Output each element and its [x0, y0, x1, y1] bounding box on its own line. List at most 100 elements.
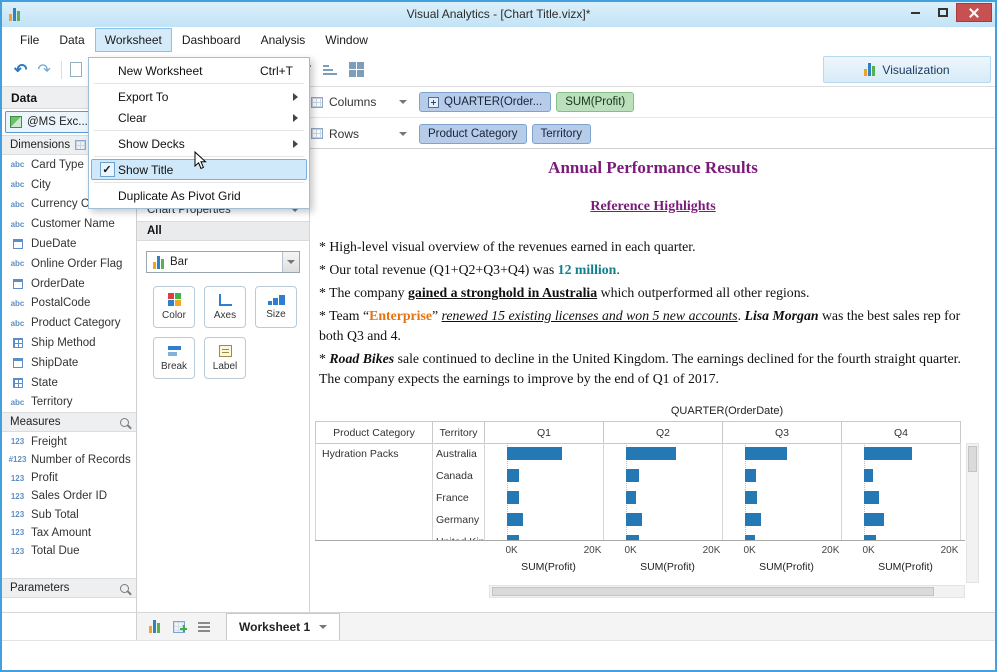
field-item[interactable]: 123 Tax Amount — [2, 524, 136, 542]
new-dashboard-icon[interactable] — [173, 620, 187, 633]
minimize-button[interactable] — [902, 3, 929, 22]
size-button[interactable]: Size — [255, 286, 297, 328]
field-item[interactable]: abc Product Category — [2, 313, 136, 333]
label-button[interactable]: Label — [204, 337, 246, 379]
canvas-subtitle[interactable]: Reference Highlights — [311, 199, 995, 215]
field-item[interactable]: abc Territory — [2, 393, 136, 413]
swap-axes-icon[interactable] — [348, 62, 364, 77]
bar[interactable] — [864, 535, 877, 540]
field-item[interactable]: Ship Method — [2, 333, 136, 353]
field-item[interactable]: abc Customer Name — [2, 214, 136, 234]
bar[interactable] — [626, 513, 642, 526]
field-item[interactable]: State — [2, 373, 136, 393]
shelf-pill[interactable]: QUARTER(Order... — [419, 92, 552, 112]
bar[interactable] — [745, 535, 756, 540]
close-button[interactable] — [956, 3, 992, 22]
shelf-pill[interactable]: Product Category — [419, 123, 527, 144]
sheet-list-icon[interactable] — [198, 621, 210, 632]
columns-shelf-head[interactable]: Columns — [311, 95, 407, 109]
bar-row — [842, 487, 960, 509]
bottom-left-panel — [2, 613, 137, 640]
visualization-toggle[interactable]: Visualization — [823, 56, 991, 83]
territory-label[interactable]: Australia — [433, 443, 484, 465]
expand-icon[interactable] — [428, 96, 439, 108]
product-category-column: Hydration Packs — [315, 443, 433, 540]
menu-item[interactable]: Clear — [91, 107, 307, 128]
field-item[interactable]: OrderDate — [2, 274, 136, 294]
menu-file[interactable]: File — [10, 28, 49, 52]
bar[interactable] — [507, 447, 562, 460]
view-as-table-icon[interactable] — [75, 140, 87, 150]
maximize-button[interactable] — [929, 3, 956, 22]
scrollbar-thumb[interactable] — [492, 587, 934, 596]
break-button[interactable]: Break — [153, 337, 195, 379]
bar[interactable] — [507, 491, 520, 504]
vertical-scrollbar[interactable] — [966, 443, 979, 583]
bar[interactable] — [864, 447, 912, 460]
field-item[interactable]: 123 Sub Total — [2, 506, 136, 524]
scrollbar-thumb[interactable] — [968, 446, 977, 472]
bar[interactable] — [745, 513, 762, 526]
product-category-value[interactable]: Hydration Packs — [316, 443, 432, 460]
bar[interactable] — [626, 535, 639, 540]
worksheet-tab[interactable]: Worksheet 1 — [226, 613, 341, 640]
dropdown-button[interactable] — [282, 252, 299, 272]
bar[interactable] — [864, 491, 879, 504]
bar[interactable] — [864, 513, 885, 526]
bar[interactable] — [626, 469, 640, 482]
field-item[interactable]: ShipDate — [2, 353, 136, 373]
field-item[interactable]: 123 Total Due — [2, 542, 136, 560]
menu-analysis[interactable]: Analysis — [251, 28, 316, 52]
chevron-down-icon[interactable] — [399, 100, 407, 104]
territory-label[interactable]: Germany — [433, 509, 484, 531]
new-worksheet-icon[interactable] — [149, 620, 160, 633]
bar[interactable] — [745, 491, 758, 504]
search-icon[interactable] — [120, 417, 129, 427]
menu-dashboard[interactable]: Dashboard — [172, 28, 251, 52]
menu-item[interactable]: Export To — [91, 86, 307, 107]
chevron-down-icon[interactable] — [399, 131, 407, 136]
bar[interactable] — [507, 513, 524, 526]
menu-window[interactable]: Window — [315, 28, 378, 52]
axis-title: SUM(Profit) — [878, 561, 933, 573]
menu-item[interactable]: Duplicate As Pivot Grid — [91, 185, 307, 206]
territory-label[interactable]: Canada — [433, 465, 484, 487]
search-icon[interactable] — [120, 583, 129, 593]
horizontal-scrollbar[interactable] — [489, 585, 965, 598]
field-item[interactable]: 123 Sales Order ID — [2, 487, 136, 505]
field-item[interactable]: abc Online Order Flag — [2, 254, 136, 274]
undo-icon[interactable] — [14, 60, 27, 80]
color-button[interactable]: Color — [153, 286, 195, 328]
bar[interactable] — [507, 469, 520, 482]
field-item[interactable]: DueDate — [2, 234, 136, 254]
sort-ascending-icon[interactable] — [322, 64, 337, 75]
rows-shelf-head[interactable]: Rows — [311, 127, 407, 141]
bar[interactable] — [745, 447, 787, 460]
menu-worksheet[interactable]: Worksheet — [94, 28, 172, 52]
note-segment: . — [737, 308, 745, 323]
bar[interactable] — [507, 535, 520, 540]
field-item[interactable]: 123 Freight — [2, 432, 136, 450]
chevron-down-icon[interactable] — [319, 625, 328, 629]
territory-label[interactable]: France — [433, 487, 484, 509]
axes-button[interactable]: Axes — [204, 286, 246, 328]
shelf-pill[interactable]: Territory — [531, 123, 592, 144]
new-document-icon[interactable] — [69, 62, 82, 77]
field-item[interactable]: 123 Profit — [2, 469, 136, 487]
bar[interactable] — [626, 447, 677, 460]
menu-data[interactable]: Data — [49, 28, 94, 52]
field-item[interactable]: abc PostalCode — [2, 294, 136, 314]
shelf-pill[interactable]: SUM(Profit) — [556, 92, 635, 112]
redo-icon[interactable] — [37, 60, 50, 80]
bar[interactable] — [864, 469, 873, 482]
chart-type-select[interactable]: Bar — [146, 251, 300, 273]
chart-panel-q2 — [604, 443, 723, 540]
menu-item[interactable]: New Worksheet Ctrl+T — [91, 60, 307, 81]
app-logo-icon — [9, 8, 20, 21]
chart-panel-q3 — [723, 443, 842, 540]
territory-label[interactable]: United Kingdom — [433, 531, 484, 540]
field-item[interactable]: #123 Number of Records — [2, 451, 136, 469]
bar[interactable] — [745, 469, 756, 482]
bar[interactable] — [626, 491, 636, 504]
title-bar[interactable]: Visual Analytics - [Chart Title.vizx]* — [2, 2, 995, 27]
